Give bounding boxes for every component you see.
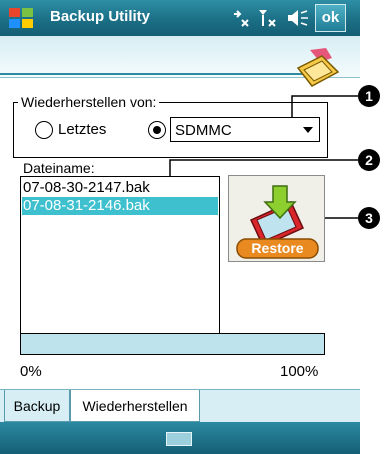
callout-marker-1: 1 (358, 85, 380, 107)
bottom-bar (0, 422, 360, 454)
callout-marker-2: 2 (358, 149, 380, 171)
restore-progress-bar (20, 333, 325, 355)
keyboard-icon[interactable] (166, 432, 192, 446)
progress-min-label: 0% (20, 363, 42, 380)
tab-backup[interactable]: Backup (4, 390, 70, 422)
callout-lines (169, 95, 358, 219)
progress-max-label: 100% (280, 363, 319, 380)
tab-strip: Backup Wiederherstellen (0, 389, 360, 422)
tab-restore[interactable]: Wiederherstellen (70, 390, 200, 422)
callout-marker-3: 3 (358, 207, 380, 229)
